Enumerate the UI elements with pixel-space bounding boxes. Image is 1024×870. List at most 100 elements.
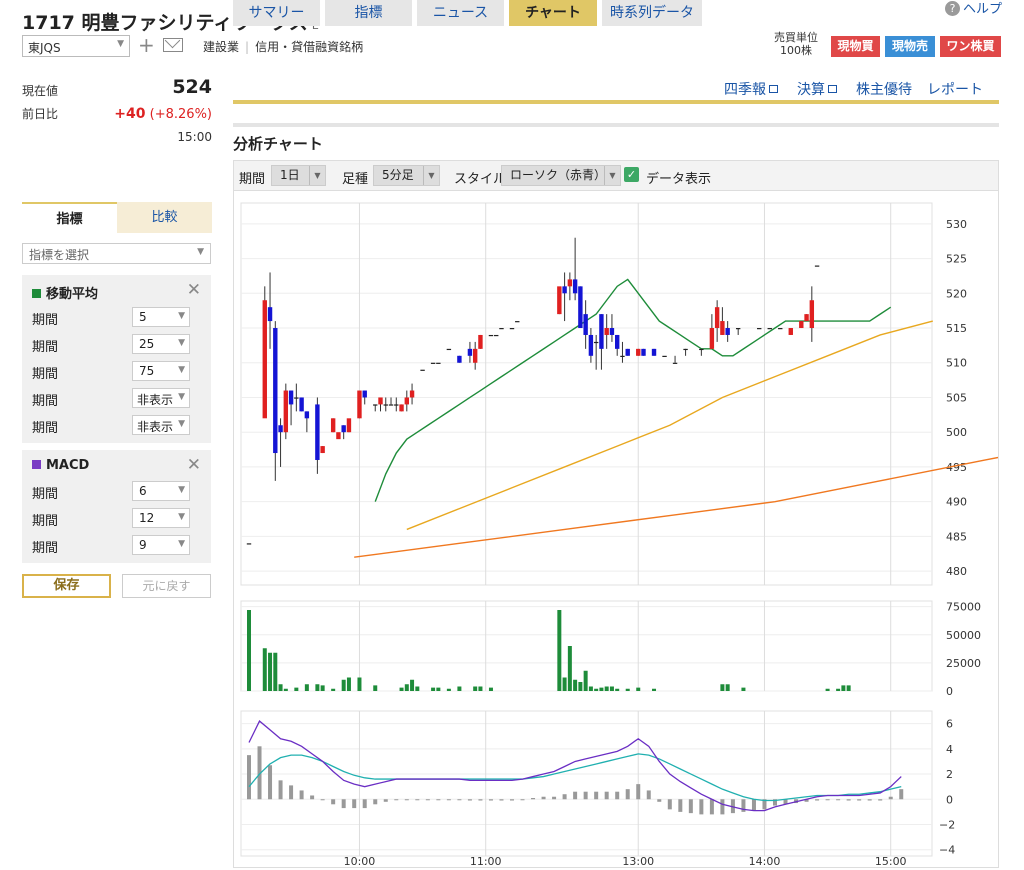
industry-label: 建設業	[203, 40, 240, 54]
volume-bar	[315, 684, 320, 691]
macd-period-input-1[interactable]: 6 ▼	[132, 481, 190, 501]
foot-select[interactable]: 5分足 ▼	[373, 165, 440, 186]
panel-tab-compare[interactable]: 比較	[117, 202, 212, 233]
chevron-down-icon: ▼	[178, 338, 185, 348]
external-window-icon	[769, 85, 778, 93]
candle-body	[283, 390, 289, 433]
candle-body	[357, 390, 362, 419]
macd-period-value: 9	[139, 538, 147, 552]
candle-body	[714, 307, 720, 329]
chevron-down-icon: ▼	[197, 247, 204, 257]
macd-histogram-bar	[615, 791, 620, 800]
ma-period-input-4[interactable]: 非表示 ▼	[132, 388, 190, 408]
indicator-select[interactable]: 指標を選択 ▼	[22, 243, 211, 264]
volume-tick-label: 25000	[946, 657, 981, 670]
macd-histogram-bar	[446, 799, 451, 801]
save-button[interactable]: 保存	[22, 574, 111, 598]
link-benefits[interactable]: 株主優待	[856, 79, 912, 99]
candle-body	[620, 355, 625, 357]
sell-button[interactable]: 現物売	[885, 36, 935, 57]
link-earnings[interactable]: 決算	[797, 79, 837, 99]
volume-bar	[846, 685, 851, 691]
candle-body	[720, 321, 725, 335]
macd-histogram-bar	[467, 799, 472, 801]
volume-bar	[415, 686, 420, 691]
macd-histogram-bar	[625, 789, 630, 800]
candle-body	[725, 328, 730, 335]
buy-button[interactable]: 現物買	[831, 36, 880, 57]
ma-period-input-5[interactable]: 非表示 ▼	[132, 415, 190, 435]
analysis-chart: 530 525 520 515 510 505 500 495 490 485 480 75000 50…	[233, 190, 1024, 868]
volume-bar	[741, 687, 746, 691]
candle-body	[299, 397, 304, 412]
ma-period-input-2[interactable]: 25 ▼	[132, 334, 190, 354]
macd-period-input-2[interactable]: 12 ▼	[132, 508, 190, 528]
macd-histogram-bar	[488, 799, 493, 801]
volume-bar	[615, 688, 620, 691]
candle-body	[472, 348, 478, 363]
macd-histogram-bar	[878, 799, 883, 801]
help-link[interactable]: ? ヘルプ	[944, 0, 1002, 17]
volume-bar	[720, 684, 725, 691]
ma-period-input-1[interactable]: 5 ▼	[132, 307, 190, 327]
volume-bar	[262, 648, 267, 691]
close-icon[interactable]: ✕	[187, 280, 201, 300]
macd-histogram-bar	[436, 799, 441, 801]
candle-body	[588, 334, 594, 356]
macd-period-value: 6	[139, 484, 147, 498]
reset-button[interactable]: 元に戻す	[122, 574, 211, 598]
macd-tick-label: 6	[946, 718, 953, 731]
mail-icon[interactable]	[163, 38, 183, 52]
candle-body	[625, 348, 630, 356]
volume-bar	[588, 686, 593, 691]
volume-bar	[283, 688, 288, 691]
macd-histogram-bar	[646, 790, 651, 800]
volume-bar	[557, 610, 562, 691]
candle-body	[515, 321, 520, 323]
volume-bar	[609, 686, 614, 691]
macd-histogram-bar	[815, 799, 820, 801]
link-shikiho[interactable]: 四季報	[724, 79, 778, 99]
macd-period-input-3[interactable]: 9 ▼	[132, 535, 190, 555]
market-select[interactable]: 東JQS ▼	[22, 35, 130, 57]
macd-histogram-bar	[299, 790, 304, 800]
macd-period-value: 12	[139, 511, 155, 525]
foot-value: 5分足	[382, 168, 414, 182]
one-share-buy-button[interactable]: ワン株買	[940, 36, 1001, 57]
volume-bar	[446, 688, 451, 691]
margin-tag: 信用・貸借融資銘柄	[255, 40, 364, 54]
macd-histogram-bar	[720, 799, 725, 815]
current-price: 524	[172, 76, 212, 98]
macd-histogram-bar	[867, 799, 872, 801]
data-display-checkbox[interactable]: ✓	[624, 167, 639, 182]
tab-chart[interactable]: チャート	[509, 0, 597, 26]
macd-tick-label: −2	[939, 818, 955, 831]
tab-indicators[interactable]: 指標	[325, 0, 412, 26]
close-icon[interactable]: ✕	[187, 455, 201, 475]
candle-body	[304, 411, 310, 419]
candle-body	[572, 279, 578, 294]
ma-period-input-3[interactable]: 75 ▼	[132, 361, 190, 381]
candle-body	[683, 348, 688, 351]
macd-histogram-bar	[751, 799, 756, 811]
tab-news[interactable]: ニュース	[417, 0, 504, 26]
prev-change-label: 前日比	[22, 107, 59, 121]
price-tick-label: 485	[946, 530, 967, 543]
link-report[interactable]: レポート	[927, 79, 983, 99]
add-icon[interactable]: +	[138, 33, 155, 57]
tab-summary[interactable]: サマリー	[233, 0, 320, 26]
tab-timeseries[interactable]: 時系列データ	[602, 0, 702, 26]
candle-body	[578, 286, 583, 329]
link-earnings-label: 決算	[797, 82, 825, 98]
panel-tab-indicator[interactable]: 指標	[22, 202, 117, 233]
macd-histogram-bar	[289, 785, 294, 800]
macd-histogram-bar	[341, 799, 346, 809]
volume-bar	[604, 686, 609, 691]
time-tick-label: 10:00	[344, 855, 376, 867]
period-select[interactable]: 1日 ▼	[271, 165, 326, 186]
price-change: +40 (+8.26%)	[114, 106, 212, 122]
price-tick-label: 520	[946, 287, 967, 300]
macd-histogram-bar	[331, 799, 336, 805]
style-select[interactable]: ローソク（赤青） ▼	[501, 165, 621, 186]
ma75-line	[354, 451, 1024, 558]
